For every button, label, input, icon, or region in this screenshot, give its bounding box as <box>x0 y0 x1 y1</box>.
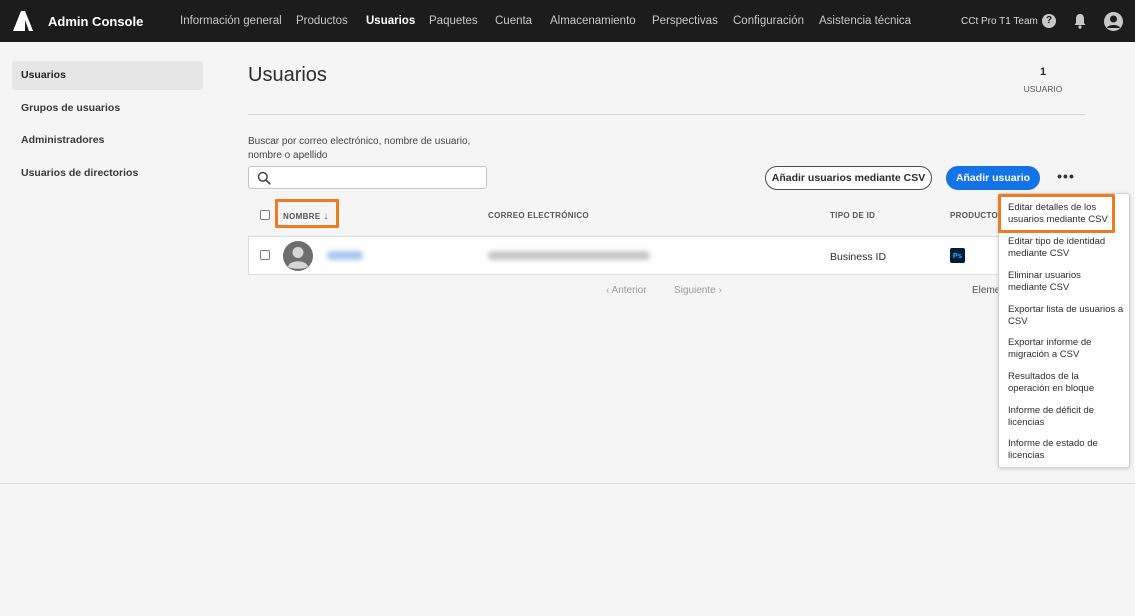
adobe-logo-icon[interactable] <box>12 10 34 32</box>
menu-item-edit-user-details-csv[interactable]: Editar detalles de los usuarios mediante… <box>1008 202 1110 225</box>
column-header-nombre-label: NOMBRE <box>283 212 321 221</box>
nav-perspectivas[interactable]: Perspectivas <box>652 15 718 27</box>
select-all-checkbox[interactable] <box>260 210 270 220</box>
user-id-type: Business ID <box>830 251 887 263</box>
column-header-correo[interactable]: CORREO ELECTRÓNICO <box>488 211 589 220</box>
bell-icon[interactable] <box>1073 13 1087 29</box>
sort-down-icon[interactable]: ↓ <box>323 211 328 222</box>
search-label: Buscar por correo electrónico, nombre de… <box>248 136 471 161</box>
nav-productos[interactable]: Productos <box>296 15 348 27</box>
nav-informacion-general[interactable]: Información general <box>180 15 282 27</box>
column-header-tipo-id[interactable]: TIPO DE ID <box>830 211 875 220</box>
photoshop-product-icon: Ps <box>950 248 965 263</box>
column-header-nombre[interactable]: NOMBRE ↓ <box>283 211 329 222</box>
row-checkbox[interactable] <box>260 250 270 260</box>
sidebar-item-usuarios[interactable]: Usuarios <box>12 61 203 90</box>
user-email-redacted <box>488 251 650 260</box>
nav-configuracion[interactable]: Configuración <box>733 15 804 27</box>
menu-item-license-deficit-report[interactable]: Informe de déficit de licencias <box>1008 405 1126 428</box>
pager-next[interactable]: Siguiente › <box>674 285 722 296</box>
sidebar-item-administradores[interactable]: Administradores <box>12 126 203 155</box>
menu-item-export-user-list-csv[interactable]: Exportar lista de usuarios a CSV <box>1008 304 1126 327</box>
column-header-productos[interactable]: PRODUCTOS <box>950 211 1004 220</box>
add-users-csv-button[interactable]: Añadir usuarios mediante CSV <box>765 166 932 190</box>
header-divider <box>248 114 1085 115</box>
sidebar-item-grupos-de-usuarios[interactable]: Grupos de usuarios <box>12 94 203 123</box>
content-bottom-divider <box>0 483 1135 484</box>
user-name-redacted[interactable] <box>327 251 363 260</box>
menu-item-export-migration-report-csv[interactable]: Exportar informe de migración a CSV <box>1008 337 1126 360</box>
user-avatar-icon <box>283 241 313 271</box>
search-input[interactable] <box>277 169 477 187</box>
sidebar-item-usuarios-de-directorios[interactable]: Usuarios de directorios <box>12 159 203 188</box>
team-switcher[interactable]: CCt Pro T1 Team <box>961 16 1038 27</box>
user-count: 1 <box>1039 66 1047 78</box>
nav-usuarios[interactable]: Usuarios <box>366 15 415 27</box>
page-title: Usuarios <box>248 64 327 86</box>
nav-paquetes[interactable]: Paquetes <box>429 15 478 27</box>
menu-item-delete-users-csv[interactable]: Eliminar usuarios mediante CSV <box>1008 270 1098 293</box>
pager-previous[interactable]: ‹ Anterior <box>606 285 647 296</box>
user-count-label: USUARIO <box>1023 84 1063 94</box>
search-box[interactable] <box>248 166 487 189</box>
app-title[interactable]: Admin Console <box>48 14 143 29</box>
add-user-button[interactable]: Añadir usuario <box>946 166 1040 190</box>
menu-item-license-status-report[interactable]: Informe de estado de licencias <box>1008 438 1126 461</box>
nav-asistencia-tecnica[interactable]: Asistencia técnica <box>819 15 911 27</box>
nav-cuenta[interactable]: Cuenta <box>495 15 532 27</box>
avatar-icon[interactable] <box>1104 12 1123 31</box>
top-bar: Admin Console Información general Produc… <box>0 0 1135 42</box>
nav-almacenamiento[interactable]: Almacenamiento <box>550 15 636 27</box>
more-actions-button[interactable]: ••• <box>1055 168 1077 188</box>
search-icon <box>257 171 271 185</box>
items-per-page-label: Eleme <box>972 285 1001 296</box>
menu-item-bulk-operation-results[interactable]: Resultados de la operación en bloque <box>1008 371 1110 394</box>
menu-item-edit-identity-type-csv[interactable]: Editar tipo de identidad mediante CSV <box>1008 236 1126 259</box>
help-icon[interactable]: ? <box>1042 14 1056 28</box>
